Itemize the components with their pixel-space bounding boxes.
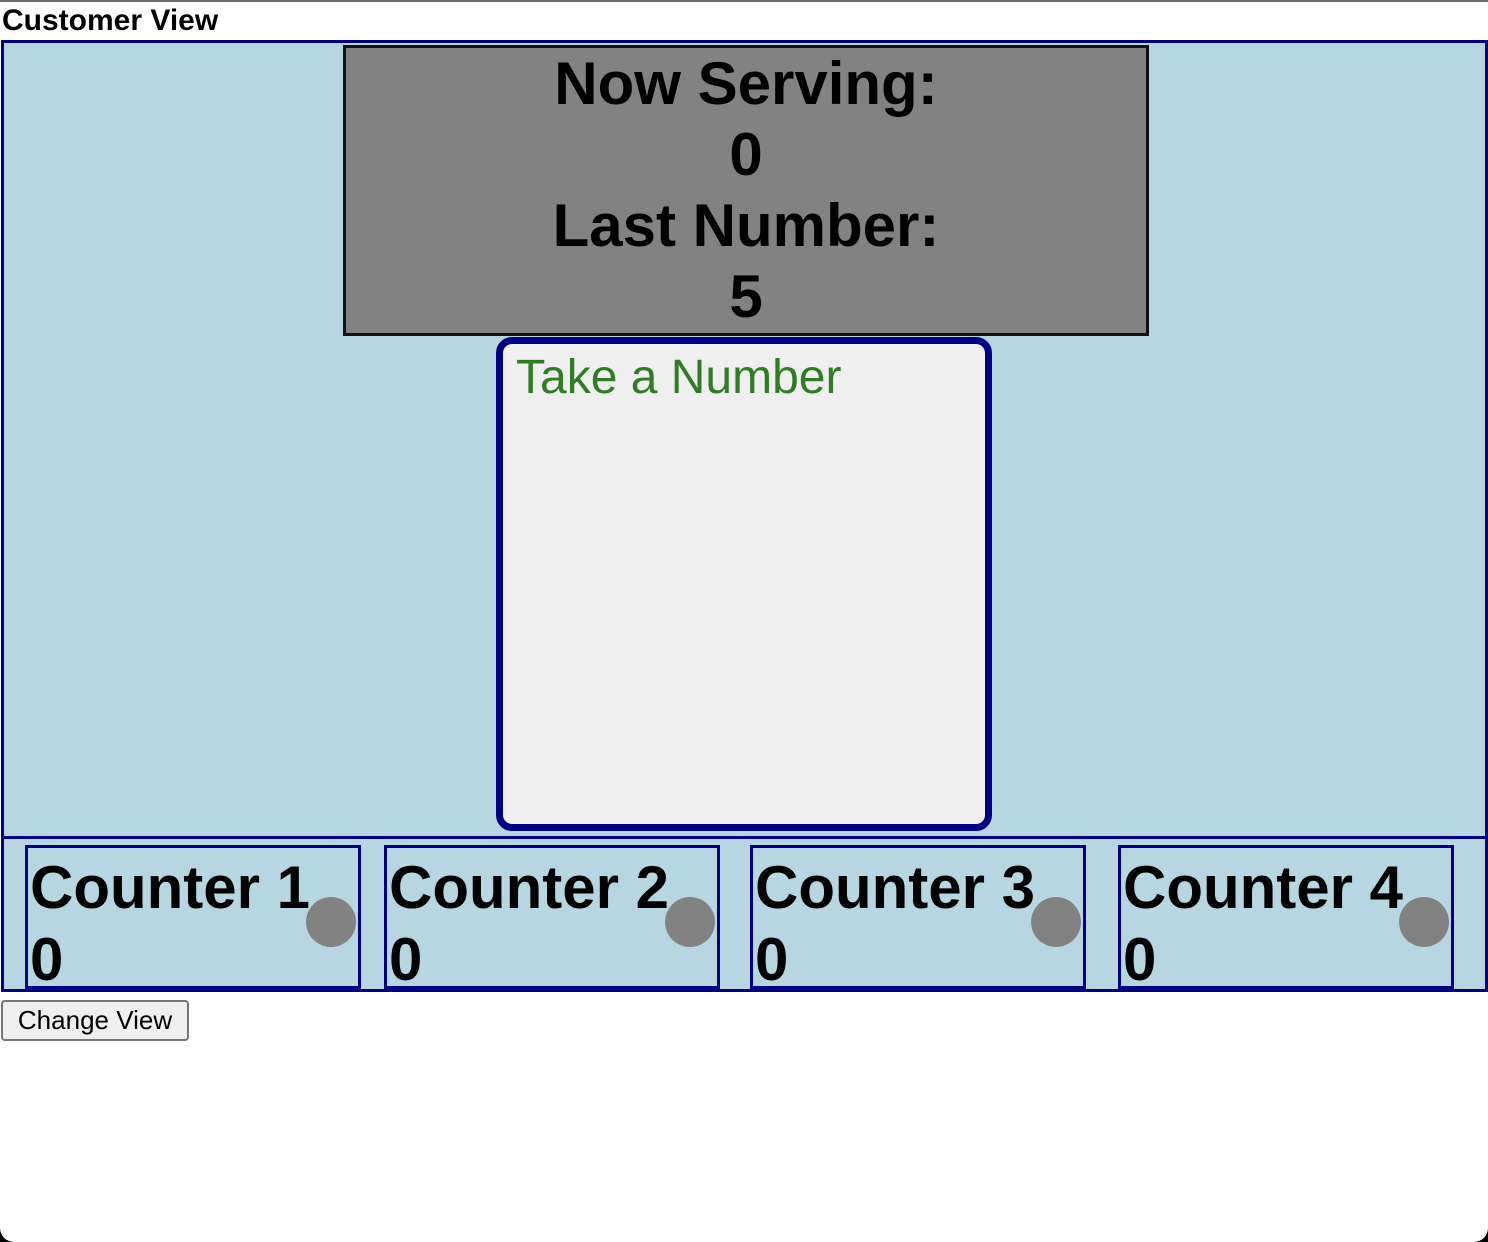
counters-strip: Counter 1 0 Counter 2 0 Counter 3 0 Coun…: [1, 836, 1488, 993]
counter-value: 0: [755, 926, 789, 993]
counter-status-indicator: [1031, 897, 1081, 947]
now-serving-label: Now Serving:: [554, 50, 938, 117]
last-number-label: Last Number:: [552, 192, 940, 259]
now-serving-value: 0: [729, 121, 763, 188]
last-number-value: 5: [729, 263, 763, 330]
counter-value: 0: [389, 926, 423, 993]
serving-display: Now Serving: 0 Last Number: 5: [343, 45, 1149, 336]
main-panel: Now Serving: 0 Last Number: 5 Take a Num…: [1, 40, 1488, 839]
change-view-button[interactable]: Change View: [1, 1000, 189, 1041]
counter-status-indicator: [1399, 897, 1449, 947]
counter-3: Counter 3 0: [750, 845, 1086, 993]
top-divider: [0, 0, 1488, 2]
take-number-label: Take a Number: [516, 351, 842, 404]
page-title: Customer View: [2, 4, 219, 37]
counter-title: Counter 1: [30, 854, 311, 921]
counter-value: 0: [30, 926, 64, 993]
counter-title: Counter 3: [755, 854, 1036, 921]
page: Customer View Now Serving: 0 Last Number…: [0, 0, 1488, 1242]
counter-title: Counter 4: [1123, 854, 1404, 921]
counter-1: Counter 1 0: [25, 845, 361, 993]
counter-status-indicator: [306, 897, 356, 947]
counter-status-indicator: [665, 897, 715, 947]
counter-title: Counter 2: [389, 854, 670, 921]
counter-2: Counter 2 0: [384, 845, 720, 993]
take-number-button[interactable]: Take a Number: [496, 337, 992, 831]
counter-value: 0: [1123, 926, 1157, 993]
counter-4: Counter 4 0: [1118, 845, 1454, 993]
